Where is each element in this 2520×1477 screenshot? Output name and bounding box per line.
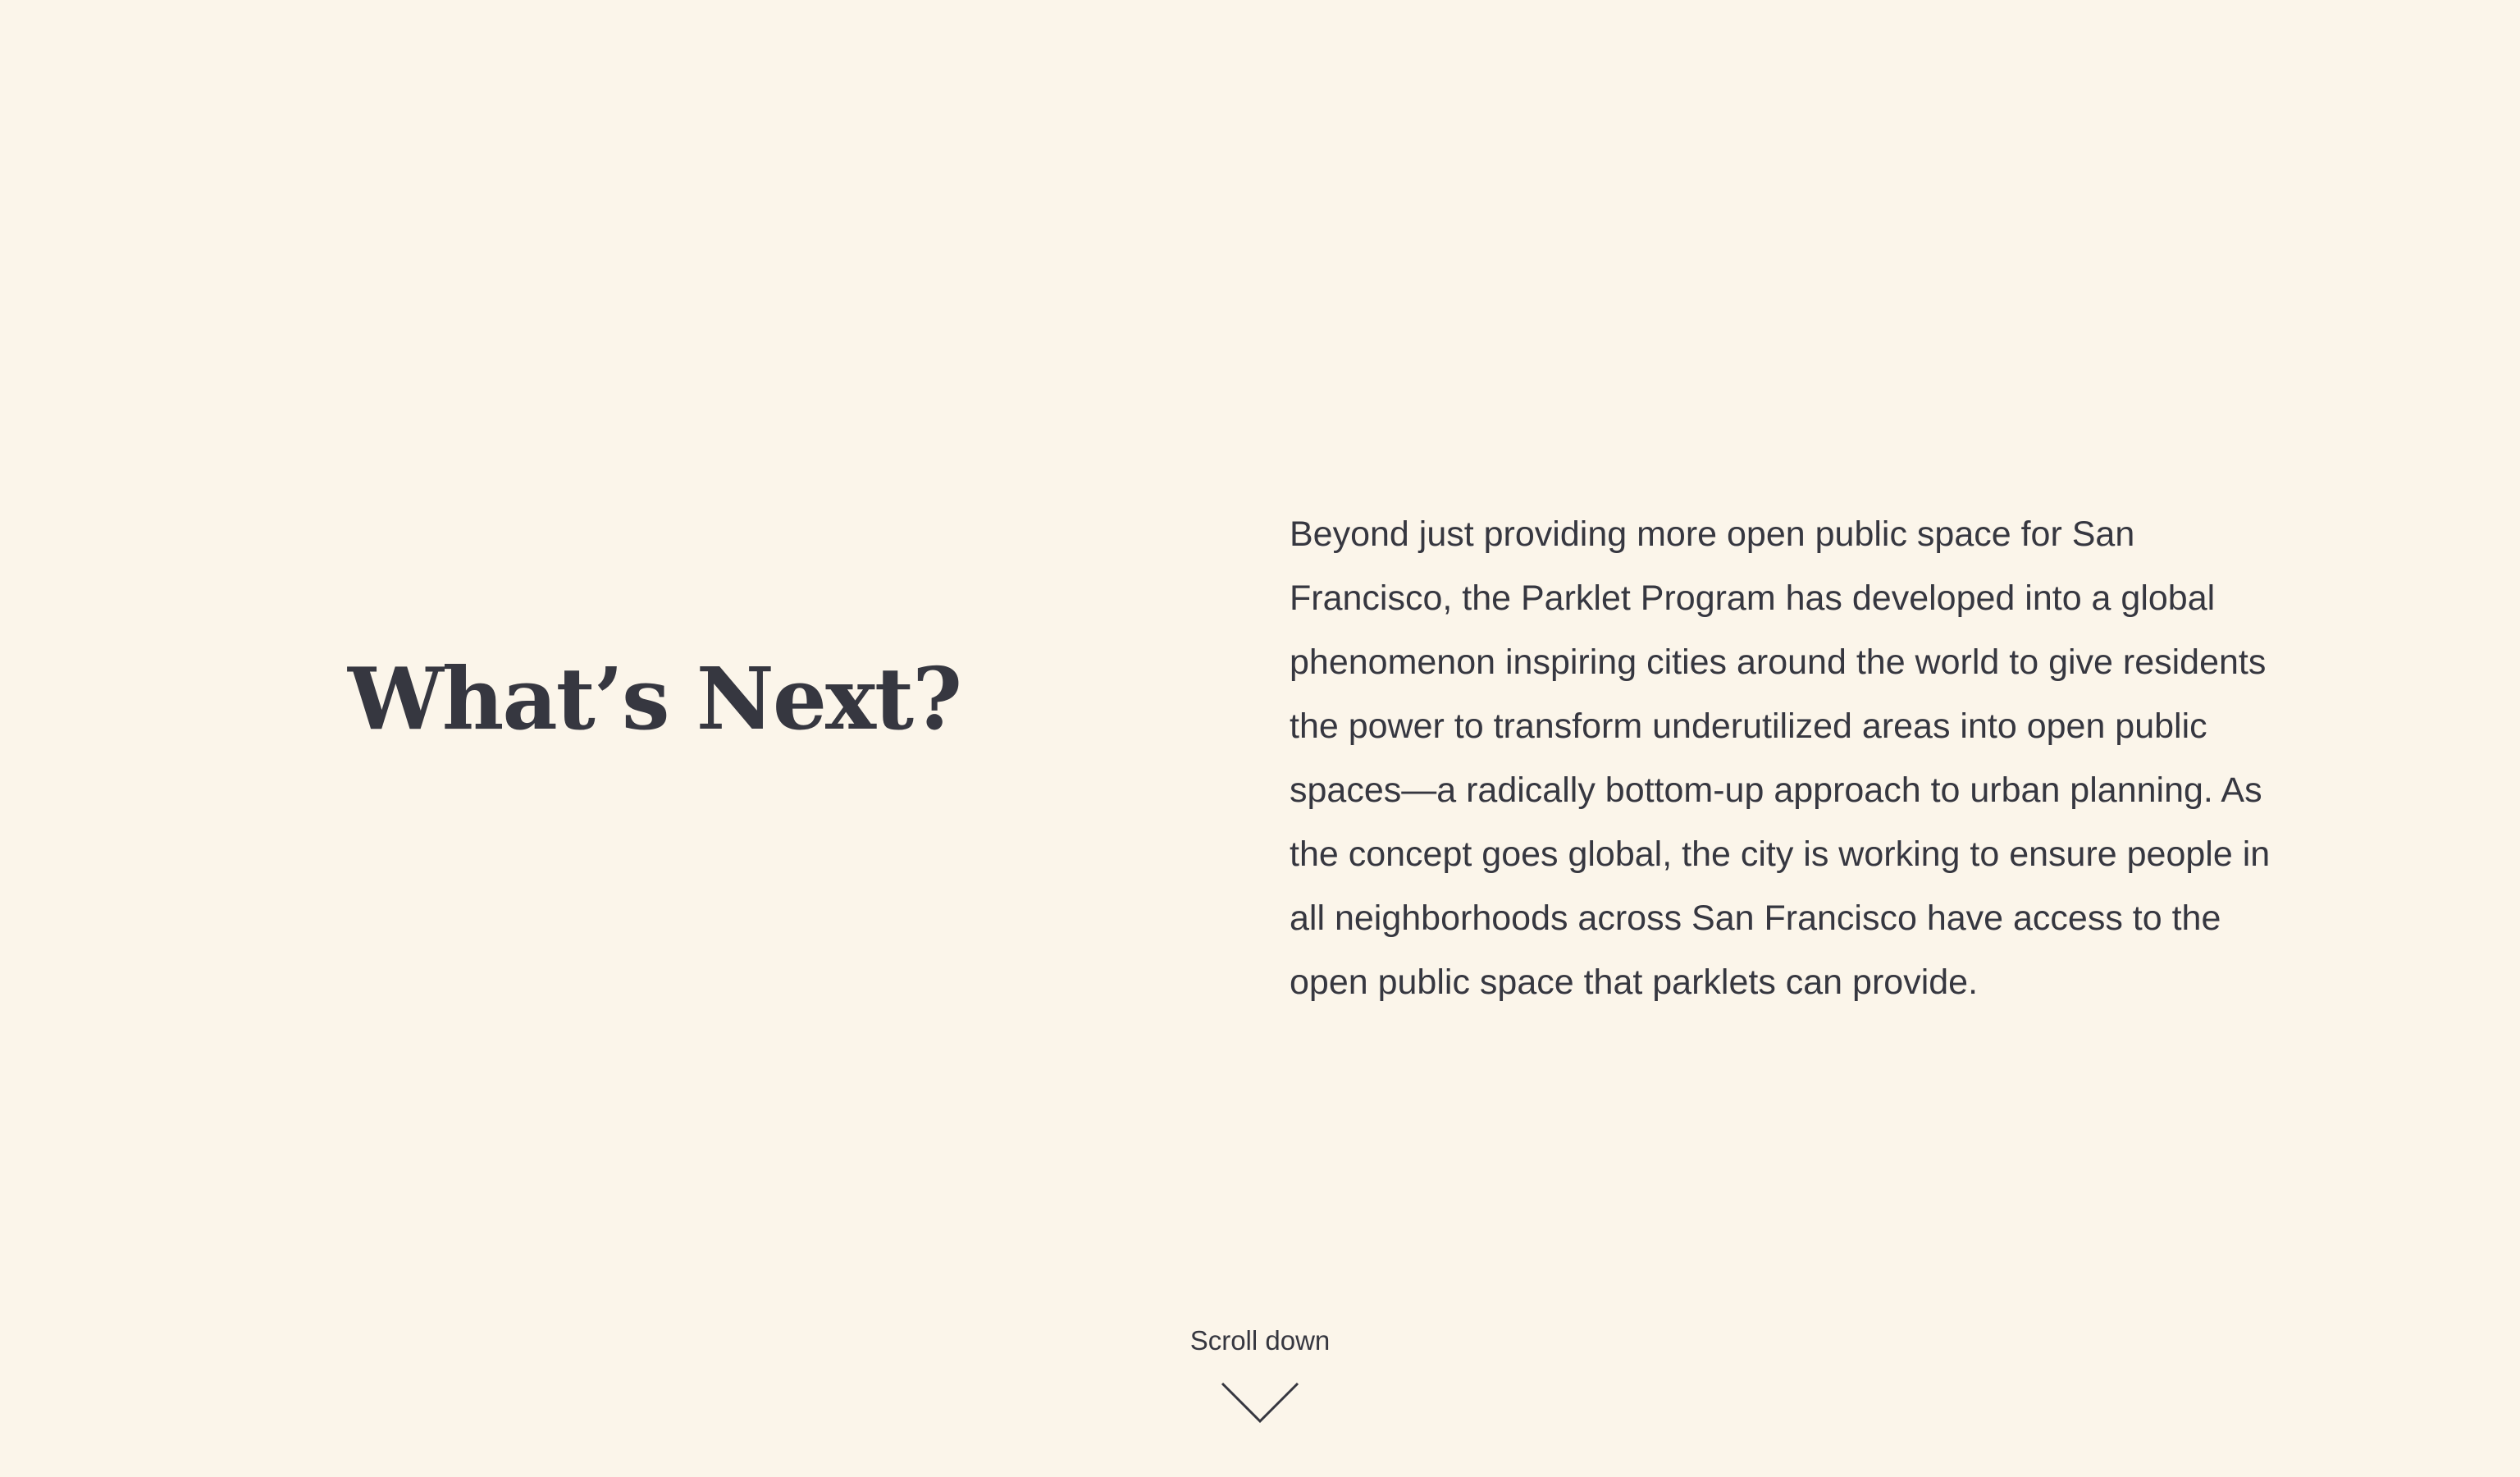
section-heading: What’s Next? bbox=[348, 648, 962, 749]
section-body-text: Beyond just providing more open public s… bbox=[1290, 514, 2271, 1002]
chevron-down-icon[interactable] bbox=[1221, 1382, 1299, 1424]
scroll-down-label[interactable]: Scroll down bbox=[0, 1324, 2520, 1357]
